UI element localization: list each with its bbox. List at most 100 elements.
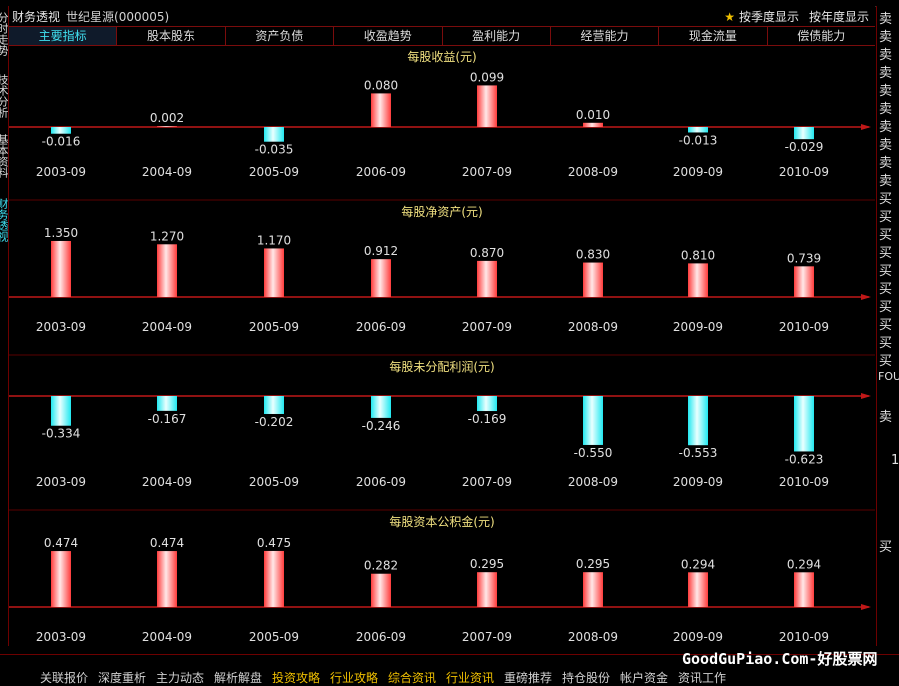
data-label: -0.035 bbox=[255, 143, 294, 157]
data-label: -0.029 bbox=[785, 140, 824, 154]
bar bbox=[583, 396, 603, 445]
left-tab-0[interactable]: 分时走势 bbox=[0, 12, 8, 56]
display-toggles: ★ 按季度显示 按年度显示 bbox=[724, 8, 869, 25]
data-label: 0.912 bbox=[364, 244, 398, 258]
charts-svg: 每股收益(元) -0.016 2003-09 0.002 2004-09 -0.035 20… bbox=[9, 49, 875, 644]
sell-row-3[interactable]: 卖 bbox=[879, 62, 892, 81]
bottom-nav-item-6[interactable]: 综合资讯 bbox=[388, 669, 436, 686]
bottom-nav-item-2[interactable]: 主力动态 bbox=[156, 669, 204, 686]
data-label: -0.169 bbox=[468, 412, 507, 426]
bar bbox=[688, 127, 708, 133]
bottom-nav-item-7[interactable]: 行业资讯 bbox=[446, 669, 494, 686]
star-icon: ★ bbox=[724, 10, 735, 24]
bar bbox=[688, 396, 708, 446]
chart-panel-3: 每股资本公积金(元) 0.474 2003-09 0.474 2004-09 0.475 2… bbox=[9, 509, 875, 644]
data-label: -0.167 bbox=[148, 412, 187, 426]
sell-row-4[interactable]: 卖 bbox=[879, 80, 892, 99]
charts-area: 每股收益(元) -0.016 2003-09 0.002 2004-09 -0.035 20… bbox=[9, 45, 875, 655]
data-label: -0.334 bbox=[42, 427, 81, 441]
tab-solvency[interactable]: 偿债能力 bbox=[766, 27, 875, 45]
tab-income-trend[interactable]: 收盈趋势 bbox=[333, 27, 441, 45]
sell-row-5[interactable]: 卖 bbox=[879, 98, 892, 117]
stock-name: 世纪星源(000005) bbox=[66, 10, 170, 24]
x-tick-label: 2006-09 bbox=[356, 320, 406, 334]
data-label: 0.474 bbox=[44, 536, 78, 550]
x-tick-label: 2009-09 bbox=[673, 320, 723, 334]
tab-profitability[interactable]: 盈利能力 bbox=[441, 27, 550, 45]
sell-row-7[interactable]: 卖 bbox=[879, 134, 892, 153]
bottom-nav-item-5[interactable]: 行业攻略 bbox=[330, 669, 378, 686]
lower-sell[interactable]: 卖 bbox=[879, 406, 892, 425]
right-quote-panel: FOU 卖 1 买 卖卖卖卖卖卖卖卖卖卖买买买买买买买买买买 bbox=[876, 6, 899, 646]
bottom-nav-item-8[interactable]: 重磅推荐 bbox=[504, 669, 552, 686]
data-label: 0.080 bbox=[364, 78, 398, 92]
tab-main-indicators[interactable]: 主要指标 bbox=[9, 27, 117, 45]
buy-row-7[interactable]: 买 bbox=[879, 314, 892, 333]
x-tick-label: 2006-09 bbox=[356, 475, 406, 489]
sell-row-6[interactable]: 卖 bbox=[879, 116, 892, 135]
bar bbox=[583, 572, 603, 607]
chart-panel-2: 每股未分配利润(元) -0.334 2003-09 -0.167 2004-09 -0.2… bbox=[9, 354, 875, 489]
sell-row-9[interactable]: 卖 bbox=[879, 170, 892, 189]
x-tick-label: 2003-09 bbox=[36, 320, 86, 334]
data-label: 0.739 bbox=[787, 251, 821, 265]
data-label: 0.099 bbox=[470, 70, 504, 84]
bottom-nav-item-0[interactable]: 关联报价 bbox=[40, 669, 88, 686]
data-label: -0.553 bbox=[679, 446, 718, 460]
left-tab-3[interactable]: 财务透视 bbox=[0, 198, 8, 242]
bottom-nav-item-1[interactable]: 深度重析 bbox=[98, 669, 146, 686]
data-label: 0.295 bbox=[576, 557, 610, 571]
tab-cash-flow[interactable]: 现金流量 bbox=[658, 27, 766, 45]
buy-row-8[interactable]: 买 bbox=[879, 332, 892, 351]
x-tick-label: 2007-09 bbox=[462, 320, 512, 334]
bar bbox=[264, 396, 284, 414]
buy-row-9[interactable]: 买 bbox=[879, 350, 892, 369]
axis-arrow-icon bbox=[861, 604, 871, 610]
buy-row-5[interactable]: 买 bbox=[879, 278, 892, 297]
x-tick-label: 2003-09 bbox=[36, 165, 86, 179]
tab-shareholders[interactable]: 股本股东 bbox=[116, 27, 224, 45]
buy-row-1[interactable]: 买 bbox=[879, 206, 892, 225]
bottom-nav-item-11[interactable]: 资讯工作 bbox=[678, 669, 726, 686]
chart-panel-1: 每股净资产(元) 1.350 2003-09 1.270 2004-09 1.170 200… bbox=[9, 199, 875, 334]
bar bbox=[157, 396, 177, 411]
data-label: 0.830 bbox=[576, 248, 610, 262]
bottom-nav-item-9[interactable]: 持仓股份 bbox=[562, 669, 610, 686]
buy-row-2[interactable]: 买 bbox=[879, 224, 892, 243]
buy-row-4[interactable]: 买 bbox=[879, 260, 892, 279]
sell-row-1[interactable]: 卖 bbox=[879, 26, 892, 45]
bar bbox=[264, 248, 284, 297]
chart-title: 每股收益(元) bbox=[407, 49, 476, 64]
lower-value: 1 bbox=[891, 453, 899, 468]
x-tick-label: 2009-09 bbox=[673, 475, 723, 489]
data-label: -0.202 bbox=[255, 415, 294, 429]
data-label: 0.810 bbox=[681, 248, 715, 262]
data-label: 0.295 bbox=[470, 557, 504, 571]
quarterly-toggle[interactable]: 按季度显示 bbox=[739, 10, 799, 24]
bar bbox=[477, 396, 497, 412]
chart-title: 每股资本公积金(元) bbox=[389, 514, 494, 529]
tab-operations[interactable]: 经营能力 bbox=[549, 27, 658, 45]
bar bbox=[157, 244, 177, 297]
sell-row-8[interactable]: 卖 bbox=[879, 152, 892, 171]
yearly-toggle[interactable]: 按年度显示 bbox=[809, 10, 869, 24]
left-vertical-tabs: 分时走势 技术分析 基本资料 财务透视 bbox=[0, 6, 9, 646]
x-tick-label: 2009-09 bbox=[673, 630, 723, 644]
sell-row-0[interactable]: 卖 bbox=[879, 8, 892, 27]
bottom-nav-item-10[interactable]: 帐户资金 bbox=[620, 669, 668, 686]
bottom-nav-item-4[interactable]: 投资攻略 bbox=[272, 669, 320, 686]
sell-row-2[interactable]: 卖 bbox=[879, 44, 892, 63]
bottom-nav-item-3[interactable]: 解析解盘 bbox=[214, 669, 262, 686]
data-label: -0.016 bbox=[42, 135, 81, 149]
lower-buy[interactable]: 买 bbox=[879, 536, 892, 555]
buy-row-0[interactable]: 买 bbox=[879, 188, 892, 207]
left-tab-1[interactable]: 技术分析 bbox=[0, 74, 8, 118]
x-tick-label: 2008-09 bbox=[568, 630, 618, 644]
tab-balance-sheet[interactable]: 资产负债 bbox=[224, 27, 333, 45]
x-tick-label: 2010-09 bbox=[779, 630, 829, 644]
left-tab-2[interactable]: 基本资料 bbox=[0, 134, 8, 178]
x-tick-label: 2007-09 bbox=[462, 630, 512, 644]
buy-row-6[interactable]: 买 bbox=[879, 296, 892, 315]
x-tick-label: 2006-09 bbox=[356, 630, 406, 644]
buy-row-3[interactable]: 买 bbox=[879, 242, 892, 261]
